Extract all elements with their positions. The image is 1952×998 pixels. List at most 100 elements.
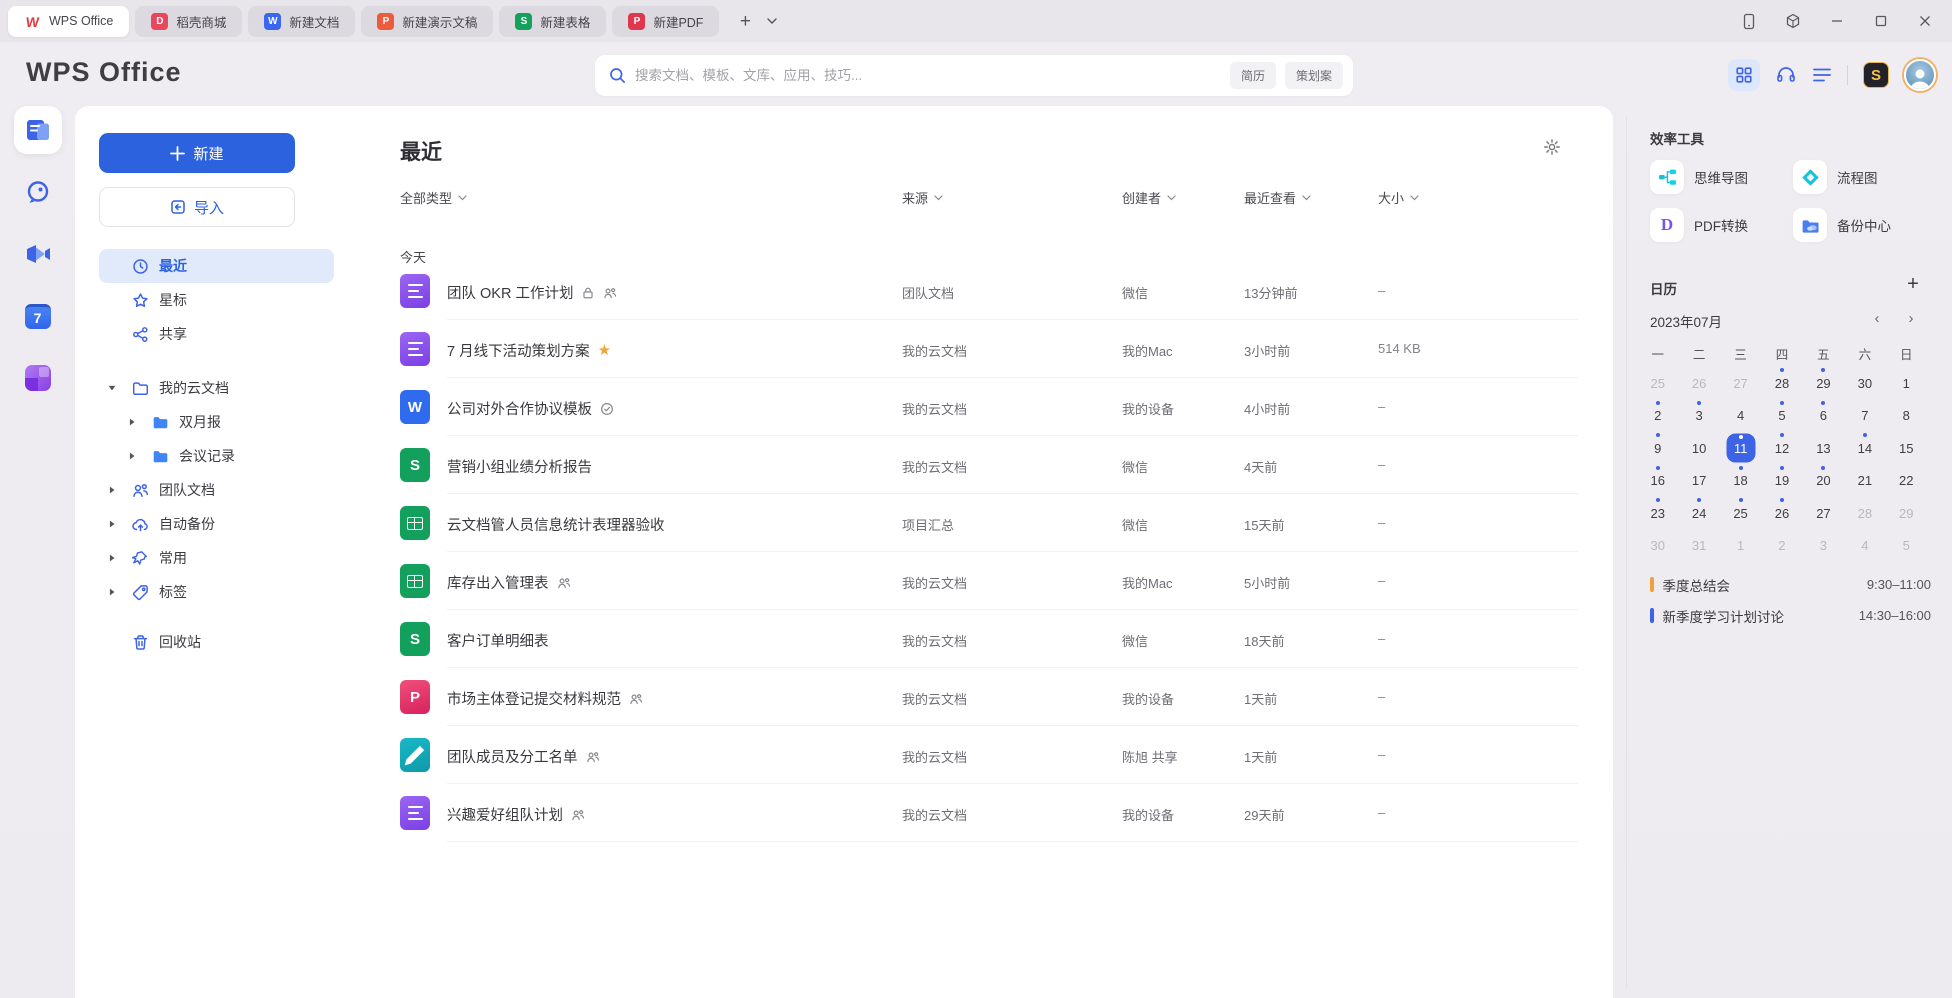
calendar-day[interactable]: 28 [1844, 497, 1885, 530]
caret-right-icon[interactable] [107, 519, 117, 529]
column-filter[interactable]: 全部类型 [400, 188, 467, 207]
sidebar-item-star[interactable]: 星标 [99, 283, 334, 317]
file-row[interactable]: S 客户订单明细表 我的云文档 微信 18天前 – [358, 610, 1613, 668]
tool-pdfconv[interactable]: D PDF转换 [1650, 208, 1748, 242]
sidebar-item-team[interactable]: 团队文档 [99, 473, 334, 507]
tool-backup[interactable]: 备份中心 [1793, 208, 1891, 242]
rail-app-center-button[interactable] [14, 354, 62, 402]
mobile-companion-icon[interactable] [1740, 12, 1758, 30]
file-row[interactable]: 库存出入管理表 我的云文档 我的Mac 5小时前 – [358, 552, 1613, 610]
calendar-event[interactable]: 新季度学习计划讨论 14:30–16:00 [1650, 600, 1931, 631]
calendar-day[interactable]: 4 [1844, 530, 1885, 563]
caret-right-icon[interactable] [127, 417, 137, 427]
file-row[interactable]: W 公司对外合作协议模板 我的云文档 我的设备 4小时前 – [358, 378, 1613, 436]
caret-right-icon[interactable] [107, 587, 117, 597]
calendar-day[interactable]: 27 [1803, 497, 1844, 530]
minimize-button[interactable] [1828, 12, 1846, 30]
workspace-icon[interactable] [1784, 12, 1802, 30]
svip-badge[interactable]: S [1863, 62, 1889, 88]
search-input[interactable] [635, 68, 1221, 83]
calendar-day[interactable]: 2 [1637, 400, 1678, 433]
calendar-day[interactable]: 26 [1678, 367, 1719, 400]
caret-down-icon[interactable] [107, 383, 117, 393]
new-tab-button[interactable]: + [733, 9, 757, 33]
apps-grid-button[interactable] [1728, 59, 1760, 91]
calendar-day[interactable]: 8 [1886, 400, 1927, 433]
calendar-day[interactable]: 9 [1637, 432, 1678, 465]
rail-calendar-button[interactable]: 7 [14, 292, 62, 340]
calendar-event[interactable]: 季度总结会 9:30–11:00 [1650, 569, 1931, 600]
file-row[interactable]: 7 月线下活动策划方案★ 我的云文档 我的Mac 3小时前 514 KB [358, 320, 1613, 378]
sidebar-item-tag[interactable]: 标签 [99, 575, 334, 609]
calendar-day[interactable]: 16 [1637, 465, 1678, 498]
column-filter[interactable]: 创建者 [1122, 188, 1176, 207]
calendar-day[interactable]: 18 [1720, 465, 1761, 498]
calendar-day[interactable]: 20 [1803, 465, 1844, 498]
calendar-day[interactable]: 11 [1720, 432, 1761, 465]
file-row[interactable]: S 营销小组业绩分析报告 我的云文档 微信 4天前 – [358, 436, 1613, 494]
sidebar-item-cloud[interactable]: 自动备份 [99, 507, 334, 541]
calendar-day[interactable]: 1 [1886, 367, 1927, 400]
import-button[interactable]: 导入 [99, 187, 295, 227]
calendar-day[interactable]: 19 [1761, 465, 1802, 498]
maximize-button[interactable] [1872, 12, 1890, 30]
calendar-day[interactable]: 5 [1886, 530, 1927, 563]
sidebar-item-folder-f[interactable]: 会议记录 [99, 439, 334, 473]
caret-right-icon[interactable] [127, 451, 137, 461]
tab-list-dropdown-icon[interactable] [767, 18, 777, 24]
caret-right-icon[interactable] [107, 553, 117, 563]
rail-chat-button[interactable] [14, 168, 62, 216]
app-tab[interactable]: D 稻壳商城 [135, 6, 242, 37]
rail-documents-button[interactable] [14, 106, 62, 154]
calendar-day[interactable]: 22 [1886, 465, 1927, 498]
caret-right-icon[interactable] [107, 485, 117, 495]
file-row[interactable]: 团队成员及分工名单 我的云文档 陈旭 共享 1天前 – [358, 726, 1613, 784]
search-suggestion-chip[interactable]: 策划案 [1285, 62, 1343, 89]
sidebar-item-trash[interactable]: 回收站 [99, 625, 334, 659]
file-row[interactable]: 团队 OKR 工作计划 团队文档 微信 13分钟前 – [358, 262, 1613, 320]
sidebar-item-clock[interactable]: 最近 [99, 249, 334, 283]
file-row[interactable]: 兴趣爱好组队计划 我的云文档 我的设备 29天前 – [358, 784, 1613, 842]
settings-gear-button[interactable] [1543, 138, 1561, 156]
calendar-day[interactable]: 3 [1803, 530, 1844, 563]
calendar-day[interactable]: 25 [1637, 367, 1678, 400]
calendar-day[interactable]: 15 [1886, 432, 1927, 465]
calendar-day[interactable]: 2 [1761, 530, 1802, 563]
calendar-day[interactable]: 31 [1678, 530, 1719, 563]
calendar-day[interactable]: 29 [1886, 497, 1927, 530]
column-filter[interactable]: 最近查看 [1244, 188, 1311, 207]
rail-meeting-button[interactable] [14, 230, 62, 278]
calendar-day[interactable]: 5 [1761, 400, 1802, 433]
file-row[interactable]: 云文档管人员信息统计表理器验收 项目汇总 微信 15天前 – [358, 494, 1613, 552]
calendar-prev-button[interactable]: ‹ [1866, 307, 1888, 329]
calendar-day[interactable]: 17 [1678, 465, 1719, 498]
calendar-day[interactable]: 21 [1844, 465, 1885, 498]
sidebar-item-pin[interactable]: 常用 [99, 541, 334, 575]
calendar-next-button[interactable]: › [1900, 307, 1922, 329]
calendar-day[interactable]: 1 [1720, 530, 1761, 563]
tool-flowchart[interactable]: 流程图 [1793, 160, 1878, 194]
calendar-day[interactable]: 14 [1844, 432, 1885, 465]
calendar-day[interactable]: 6 [1803, 400, 1844, 433]
main-menu-button[interactable] [1812, 67, 1832, 83]
column-filter[interactable]: 大小 [1378, 188, 1419, 207]
calendar-day[interactable]: 24 [1678, 497, 1719, 530]
calendar-day[interactable]: 3 [1678, 400, 1719, 433]
calendar-day[interactable]: 27 [1720, 367, 1761, 400]
calendar-day[interactable]: 30 [1844, 367, 1885, 400]
app-tab[interactable]: W WPS Office [8, 6, 129, 37]
calendar-add-button[interactable]: + [1901, 272, 1925, 296]
new-document-button[interactable]: 新建 [99, 133, 295, 173]
app-tab[interactable]: W 新建文档 [248, 6, 355, 37]
calendar-day[interactable]: 12 [1761, 432, 1802, 465]
tool-mindmap[interactable]: 思维导图 [1650, 160, 1748, 194]
column-filter[interactable]: 来源 [902, 188, 943, 207]
app-tab[interactable]: P 新建演示文稿 [361, 6, 493, 37]
search-suggestion-chip[interactable]: 简历 [1230, 62, 1276, 89]
calendar-day[interactable]: 26 [1761, 497, 1802, 530]
sidebar-item-folder-f[interactable]: 双月报 [99, 405, 334, 439]
search-bar[interactable]: 简历策划案 [595, 55, 1353, 96]
calendar-day[interactable]: 30 [1637, 530, 1678, 563]
app-tab[interactable]: S 新建表格 [499, 6, 606, 37]
calendar-day[interactable]: 7 [1844, 400, 1885, 433]
